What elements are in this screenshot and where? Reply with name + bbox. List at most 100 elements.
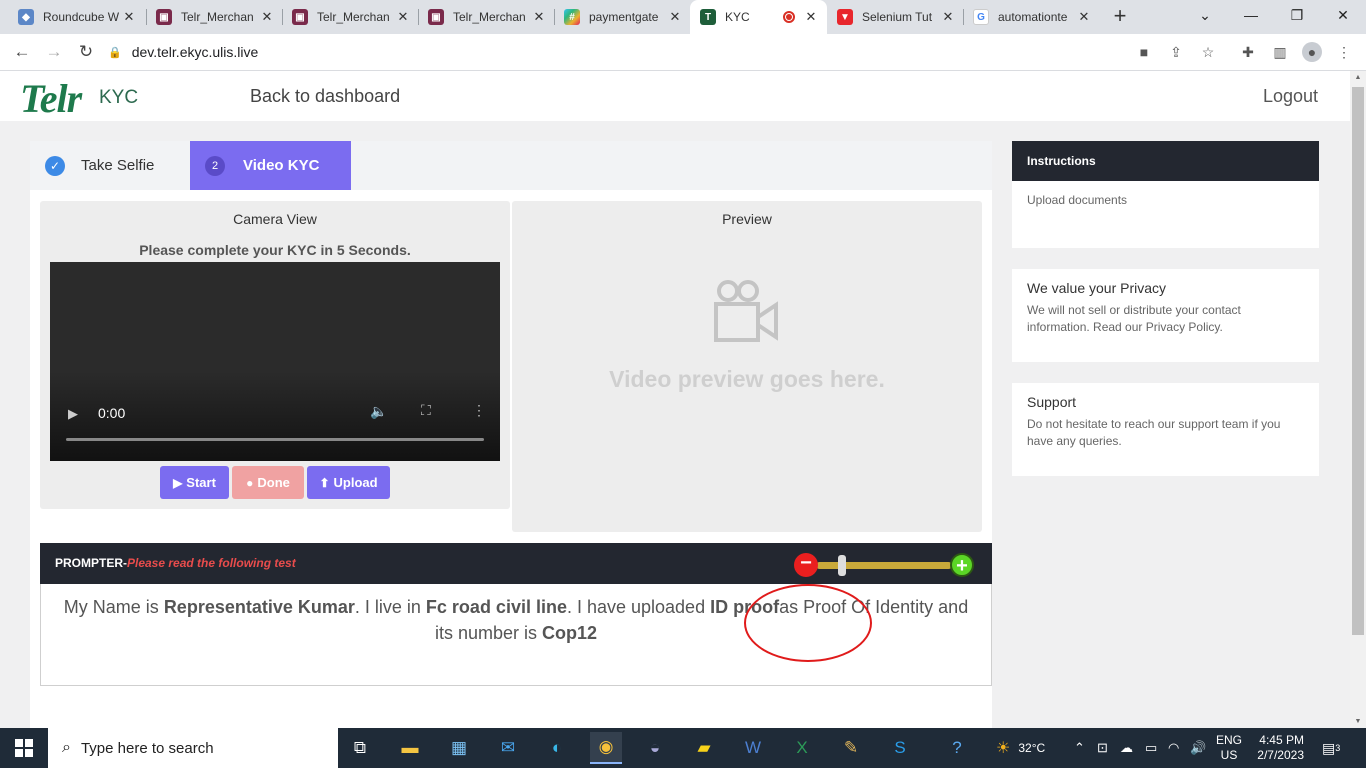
forward-arrow-icon[interactable]: → [42, 40, 66, 64]
windows-start-icon[interactable] [0, 728, 48, 768]
browser-tab[interactable]: ▣ Telr_Merchan ✕ [418, 0, 555, 34]
tab-video-kyc[interactable]: 2 Video KYC [190, 141, 351, 190]
support-card: Support Do not hesitate to reach our sup… [1012, 383, 1319, 476]
taskbar-search-box[interactable]: ⌕ Type here to search [48, 728, 338, 768]
sticky-notes-icon[interactable]: ▰ [688, 732, 720, 764]
prompter-header: PROMPTER-Please read the following test … [40, 543, 992, 584]
browser-tab[interactable]: G automationte ✕ [963, 0, 1100, 34]
paint-icon[interactable]: ✎ [835, 732, 867, 764]
help-icon[interactable]: ? [941, 732, 973, 764]
close-icon[interactable]: ✕ [121, 9, 137, 25]
scroll-down-icon[interactable]: ▼ [1350, 718, 1366, 725]
prompter-title: PROMPTER-Please read the following test [55, 556, 296, 570]
close-icon[interactable]: ✕ [395, 9, 411, 25]
close-icon[interactable]: ✕ [667, 9, 683, 25]
browser-tab[interactable]: ▼ Selenium Tut ✕ [827, 0, 964, 34]
telr-logo[interactable]: Telr [20, 75, 82, 122]
mail-icon[interactable]: ✉ [492, 732, 524, 764]
telr-favicon-icon: ▣ [292, 9, 308, 25]
more-options-icon[interactable]: ⋮ [472, 402, 486, 419]
lang-primary: ENG [1216, 733, 1243, 747]
browser-tab-active[interactable]: T KYC ✕ [690, 0, 827, 34]
fullscreen-icon[interactable]: ⛶ [421, 402, 431, 419]
browser-menu-icon[interactable]: ⋮ [1334, 42, 1354, 62]
weather-widget[interactable]: ☀ 32°C [996, 728, 1045, 768]
prompter-speed-handle[interactable] [838, 555, 846, 576]
prompter-speed-slider[interactable] [816, 562, 952, 569]
wifi-icon[interactable]: ◠ [1168, 728, 1179, 768]
microsoft-store-icon[interactable]: ▦ [443, 732, 475, 764]
google-icon: G [973, 9, 989, 25]
video-progress-bar[interactable] [66, 438, 484, 441]
url-input[interactable]: 🔒 dev.telr.ekyc.ulis.live [108, 38, 1128, 66]
decrease-speed-icon[interactable]: − [794, 553, 818, 577]
close-icon[interactable]: ✕ [1076, 9, 1092, 25]
restore-button[interactable]: ❐ [1274, 0, 1320, 30]
increase-speed-icon[interactable]: + [950, 553, 974, 577]
scroll-up-icon[interactable]: ▲ [1350, 74, 1366, 81]
kyc-page: Telr KYC Back to dashboard Logout ✓ Take… [0, 71, 1350, 728]
word-icon[interactable]: W [737, 732, 769, 764]
done-button[interactable]: ● Done [232, 466, 304, 499]
battery-icon[interactable]: ▭ [1145, 728, 1157, 768]
tab-title: paymentgate [589, 10, 659, 24]
notifications-icon[interactable]: ▤ 3 [1322, 728, 1340, 768]
telr-favicon-icon: ▣ [428, 9, 444, 25]
new-tab-button[interactable]: + [1108, 4, 1132, 28]
close-icon[interactable]: ✕ [803, 9, 819, 25]
scrollbar-thumb[interactable] [1352, 87, 1364, 635]
minimize-button[interactable]: — [1228, 0, 1274, 30]
camera-video-player[interactable]: ▶ 0:00 🔈 ⛶ ⋮ [50, 262, 500, 461]
video-time: 0:00 [98, 405, 126, 421]
browser-tab[interactable]: ▣ Telr_Merchan ✕ [146, 0, 283, 34]
extensions-icon[interactable]: ✚ [1238, 42, 1258, 62]
onedrive-icon[interactable]: ☁ [1120, 728, 1133, 768]
step-tabs-background [351, 141, 992, 190]
edge-browser-icon[interactable]: ◐ [541, 732, 573, 764]
clock-date: 2/7/2023 [1257, 748, 1304, 762]
taskbar-search-placeholder: Type here to search [80, 739, 214, 757]
script-text: . I have uploaded [566, 597, 711, 617]
share-icon[interactable]: ⇪ [1166, 42, 1186, 62]
profile-avatar-icon[interactable]: ● [1302, 42, 1322, 62]
close-window-button[interactable]: ✕ [1320, 0, 1366, 30]
bookmark-star-icon[interactable]: ☆ [1198, 42, 1218, 62]
meet-now-icon[interactable]: ⊡ [1097, 728, 1108, 768]
clock[interactable]: 4:45 PM 2/7/2023 [1254, 728, 1304, 768]
logout-link[interactable]: Logout [1263, 86, 1318, 107]
excel-icon[interactable]: X [786, 732, 818, 764]
back-to-dashboard-link[interactable]: Back to dashboard [250, 86, 400, 107]
chrome-browser-icon[interactable]: ◉ [590, 732, 622, 764]
privacy-body: We will not sell or distribute your cont… [1027, 303, 1241, 334]
tab-title: automationte [998, 10, 1068, 24]
volume-icon[interactable]: 🔊 [1190, 728, 1206, 768]
done-circle-icon: ● [246, 475, 254, 490]
page-scrollbar[interactable]: ▲ ▼ [1350, 71, 1366, 728]
task-view-icon[interactable]: ⧉ [344, 732, 376, 764]
eclipse-icon[interactable]: ◒ [639, 732, 671, 764]
skype-icon[interactable]: S [884, 732, 916, 764]
red-annotation-circle [744, 584, 872, 662]
file-explorer-icon[interactable]: ▬ [394, 732, 426, 764]
close-icon[interactable]: ✕ [531, 9, 547, 25]
prompter-sublabel: Please read the following test [127, 556, 296, 570]
camera-view-title: Camera View [233, 211, 317, 227]
browser-tab[interactable]: ◆ Roundcube W ✕ [8, 0, 145, 34]
back-arrow-icon[interactable]: ← [10, 40, 34, 64]
tab-search-chevron-icon[interactable]: ⌄ [1182, 0, 1228, 30]
tray-chevron-icon[interactable]: ⌃ [1074, 728, 1085, 768]
browser-tab[interactable]: # paymentgate ✕ [554, 0, 691, 34]
play-icon[interactable]: ▶ [68, 406, 78, 422]
browser-tab[interactable]: ▣ Telr_Merchan ✕ [282, 0, 419, 34]
camera-in-use-icon[interactable]: ■ [1134, 42, 1154, 62]
upload-button[interactable]: ⬆ Upload [307, 466, 390, 499]
start-button[interactable]: ▶ Start [160, 466, 229, 499]
language-indicator[interactable]: ENG US [1216, 728, 1242, 768]
close-icon[interactable]: ✕ [940, 9, 956, 25]
side-panel-icon[interactable]: ▥ [1270, 42, 1290, 62]
close-icon[interactable]: ✕ [259, 9, 275, 25]
video-camera-icon [714, 280, 778, 342]
reload-icon[interactable]: ↻ [74, 40, 98, 64]
tab-take-selfie[interactable]: ✓ Take Selfie [30, 141, 190, 190]
volume-icon[interactable]: 🔈 [370, 403, 387, 420]
